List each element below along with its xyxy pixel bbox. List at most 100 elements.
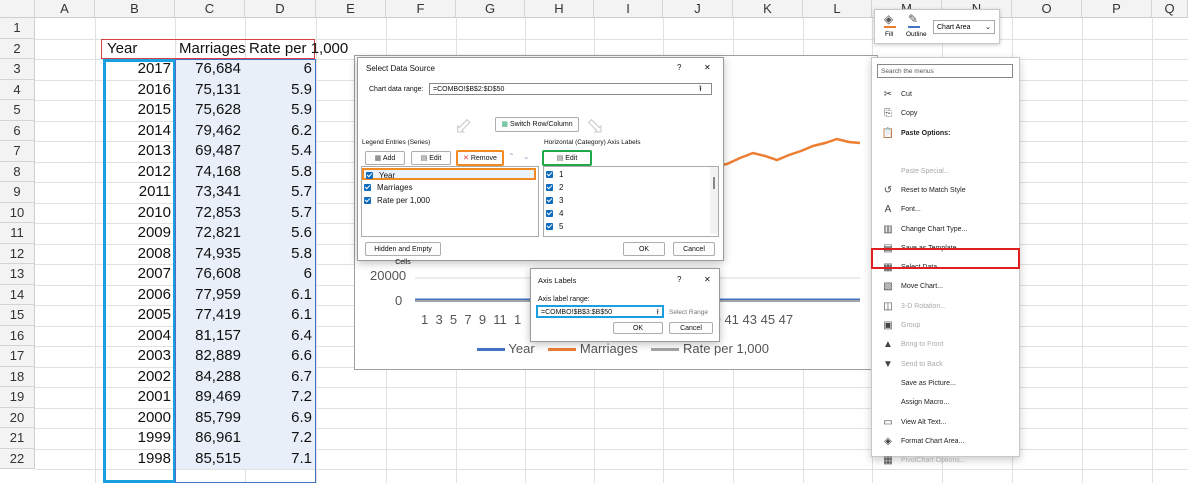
axis-item[interactable]: 3 <box>546 196 563 206</box>
axis-item[interactable]: 4 <box>546 209 563 219</box>
axis-range-input[interactable]: =COMBO!$B$3:$B$50 ⭱ <box>536 305 664 318</box>
row-header-17[interactable]: 17 <box>0 346 35 367</box>
axis-cancel-button[interactable]: Cancel <box>669 322 713 334</box>
menu-item-send-to-back[interactable]: ▼ Send to Back <box>872 355 1019 374</box>
column-header-h[interactable]: H <box>525 0 594 18</box>
column-header-i[interactable]: I <box>594 0 663 18</box>
hidden-empty-cells-button[interactable]: Hidden and Empty Cells <box>365 242 441 266</box>
row-header-16[interactable]: 16 <box>0 325 35 346</box>
checkbox-icon[interactable] <box>546 171 553 179</box>
row-header-13[interactable]: 13 <box>0 264 35 285</box>
axis-labels-dialog[interactable]: Axis Labels ? ✕ Axis label range: =COMBO… <box>530 268 720 342</box>
move-down-icon[interactable]: ⌄ <box>523 152 530 161</box>
cancel-button[interactable]: Cancel <box>673 242 715 256</box>
row-header-9[interactable]: 9 <box>0 182 35 203</box>
remove-series-button[interactable]: ✕ Remove <box>456 150 504 166</box>
row-header-18[interactable]: 18 <box>0 366 35 387</box>
select-all-corner[interactable] <box>0 0 35 18</box>
row-header-1[interactable]: 1 <box>0 18 35 39</box>
axis-list-scrollbar[interactable] <box>710 167 718 234</box>
column-header-g[interactable]: G <box>456 0 525 18</box>
checkbox-icon[interactable] <box>364 184 371 192</box>
column-header-c[interactable]: C <box>175 0 245 18</box>
column-header-o[interactable]: O <box>1012 0 1082 18</box>
menu-item-save-as-picture[interactable]: Save as Picture... <box>872 374 1019 393</box>
edit-series-button[interactable]: ▤ Edit <box>411 151 451 165</box>
axis-item[interactable]: 1 <box>546 170 563 180</box>
row-header-6[interactable]: 6 <box>0 120 35 141</box>
checkbox-icon[interactable] <box>546 223 553 231</box>
column-header-k[interactable]: K <box>733 0 803 18</box>
chart-element-select[interactable]: Chart Area ⌄ <box>933 20 995 34</box>
menu-item-change-chart-type[interactable]: ▥ Change Chart Type... <box>872 220 1019 239</box>
menu-item-pivotchart-options[interactable]: ▦ PivotChart Options... <box>872 451 1019 470</box>
help-button[interactable]: ? <box>677 63 681 72</box>
checkbox-icon[interactable] <box>364 197 371 205</box>
column-header-l[interactable]: L <box>803 0 872 18</box>
menu-item-3-d-rotation[interactable]: ◫ 3-D Rotation... <box>872 297 1019 316</box>
menu-item-view-alt-text[interactable]: ▭ View Alt Text... <box>872 413 1019 432</box>
checkbox-icon[interactable] <box>546 184 553 192</box>
row-header-2[interactable]: 2 <box>0 38 35 59</box>
series-list[interactable]: Year Marriages Rate per 1,000 <box>361 166 539 237</box>
series-item-year[interactable]: Year <box>362 168 536 180</box>
row-header-4[interactable]: 4 <box>0 79 35 100</box>
menu-item-cut[interactable]: ✂ Cut <box>872 85 1019 104</box>
row-header-7[interactable]: 7 <box>0 141 35 162</box>
checkbox-icon[interactable] <box>366 172 373 180</box>
axis-item[interactable]: 5 <box>546 222 563 232</box>
series-item-rate[interactable]: Rate per 1,000 <box>362 195 430 207</box>
column-header-d[interactable]: D <box>245 0 316 18</box>
column-header-e[interactable]: E <box>316 0 386 18</box>
axis-ok-button[interactable]: OK <box>613 322 663 334</box>
row-header-5[interactable]: 5 <box>0 100 35 121</box>
menu-item-format-chart-area[interactable]: ◈ Format Chart Area... <box>872 432 1019 451</box>
row-header-3[interactable]: 3 <box>0 59 35 80</box>
edit-axis-labels-button[interactable]: ▤ Edit <box>542 150 592 166</box>
row-header-21[interactable]: 21 <box>0 428 35 449</box>
row-header-10[interactable]: 10 <box>0 202 35 223</box>
select-data-dialog[interactable]: Select Data Source ? ✕ Chart data range:… <box>357 57 724 266</box>
menu-item-copy[interactable]: ⎘ Copy <box>872 104 1019 123</box>
menu-item-font[interactable]: A Font... <box>872 200 1019 219</box>
row-header-11[interactable]: 11 <box>0 223 35 244</box>
fill-icon[interactable]: ◈ <box>884 12 896 28</box>
column-header-q[interactable]: Q <box>1152 0 1188 18</box>
checkbox-icon[interactable] <box>546 197 553 205</box>
row-header-20[interactable]: 20 <box>0 407 35 428</box>
ok-button[interactable]: OK <box>623 242 665 256</box>
menu-item-bring-to-front[interactable]: ▲ Bring to Front <box>872 335 1019 354</box>
close-button[interactable]: ✕ <box>704 63 711 72</box>
row-header-12[interactable]: 12 <box>0 243 35 264</box>
column-header-b[interactable]: B <box>95 0 175 18</box>
row-header-8[interactable]: 8 <box>0 161 35 182</box>
menu-item-paste-special[interactable]: Paste Special... <box>872 162 1019 181</box>
header-cell[interactable]: Rate per 1,000 <box>245 39 352 59</box>
row-header-14[interactable]: 14 <box>0 284 35 305</box>
axis-item[interactable]: 2 <box>546 183 563 193</box>
checkbox-icon[interactable] <box>546 210 553 218</box>
column-header-j[interactable]: J <box>663 0 733 18</box>
chart-range-input[interactable]: =COMBO!$B$2:$D$50 <box>429 83 712 95</box>
format-mini-toolbar[interactable]: ◈ ✎ Fill Outline Chart Area ⌄ <box>874 9 1000 44</box>
collapse-range-icon[interactable]: ⭱ <box>699 83 702 97</box>
move-up-icon[interactable]: ⌃ <box>508 152 515 161</box>
menu-item-group[interactable]: ▣ Group <box>872 316 1019 335</box>
collapse-icon[interactable]: ⭱ <box>657 307 659 318</box>
axis-close-button[interactable]: ✕ <box>704 275 711 284</box>
outline-icon[interactable]: ✎ <box>908 12 920 28</box>
menu-item-move-chart[interactable]: ▧ Move Chart... <box>872 277 1019 296</box>
column-header-a[interactable]: A <box>35 0 95 18</box>
row-header-22[interactable]: 22 <box>0 448 35 469</box>
menu-item-paste-options[interactable]: 📋 Paste Options: <box>872 124 1019 143</box>
row-header-19[interactable]: 19 <box>0 387 35 408</box>
series-item-marriages[interactable]: Marriages <box>362 182 413 194</box>
column-header-p[interactable]: P <box>1082 0 1152 18</box>
switch-row-column-button[interactable]: ▦ Switch Row/Column <box>495 117 579 132</box>
header-cell[interactable]: Year <box>103 39 141 59</box>
header-cell[interactable]: Marriages <box>175 39 250 59</box>
menu-search-input[interactable]: Search the menus <box>877 64 1013 78</box>
axis-help-button[interactable]: ? <box>677 275 681 284</box>
menu-item-reset-to-match-style[interactable]: ↺ Reset to Match Style <box>872 181 1019 200</box>
column-header-f[interactable]: F <box>386 0 456 18</box>
